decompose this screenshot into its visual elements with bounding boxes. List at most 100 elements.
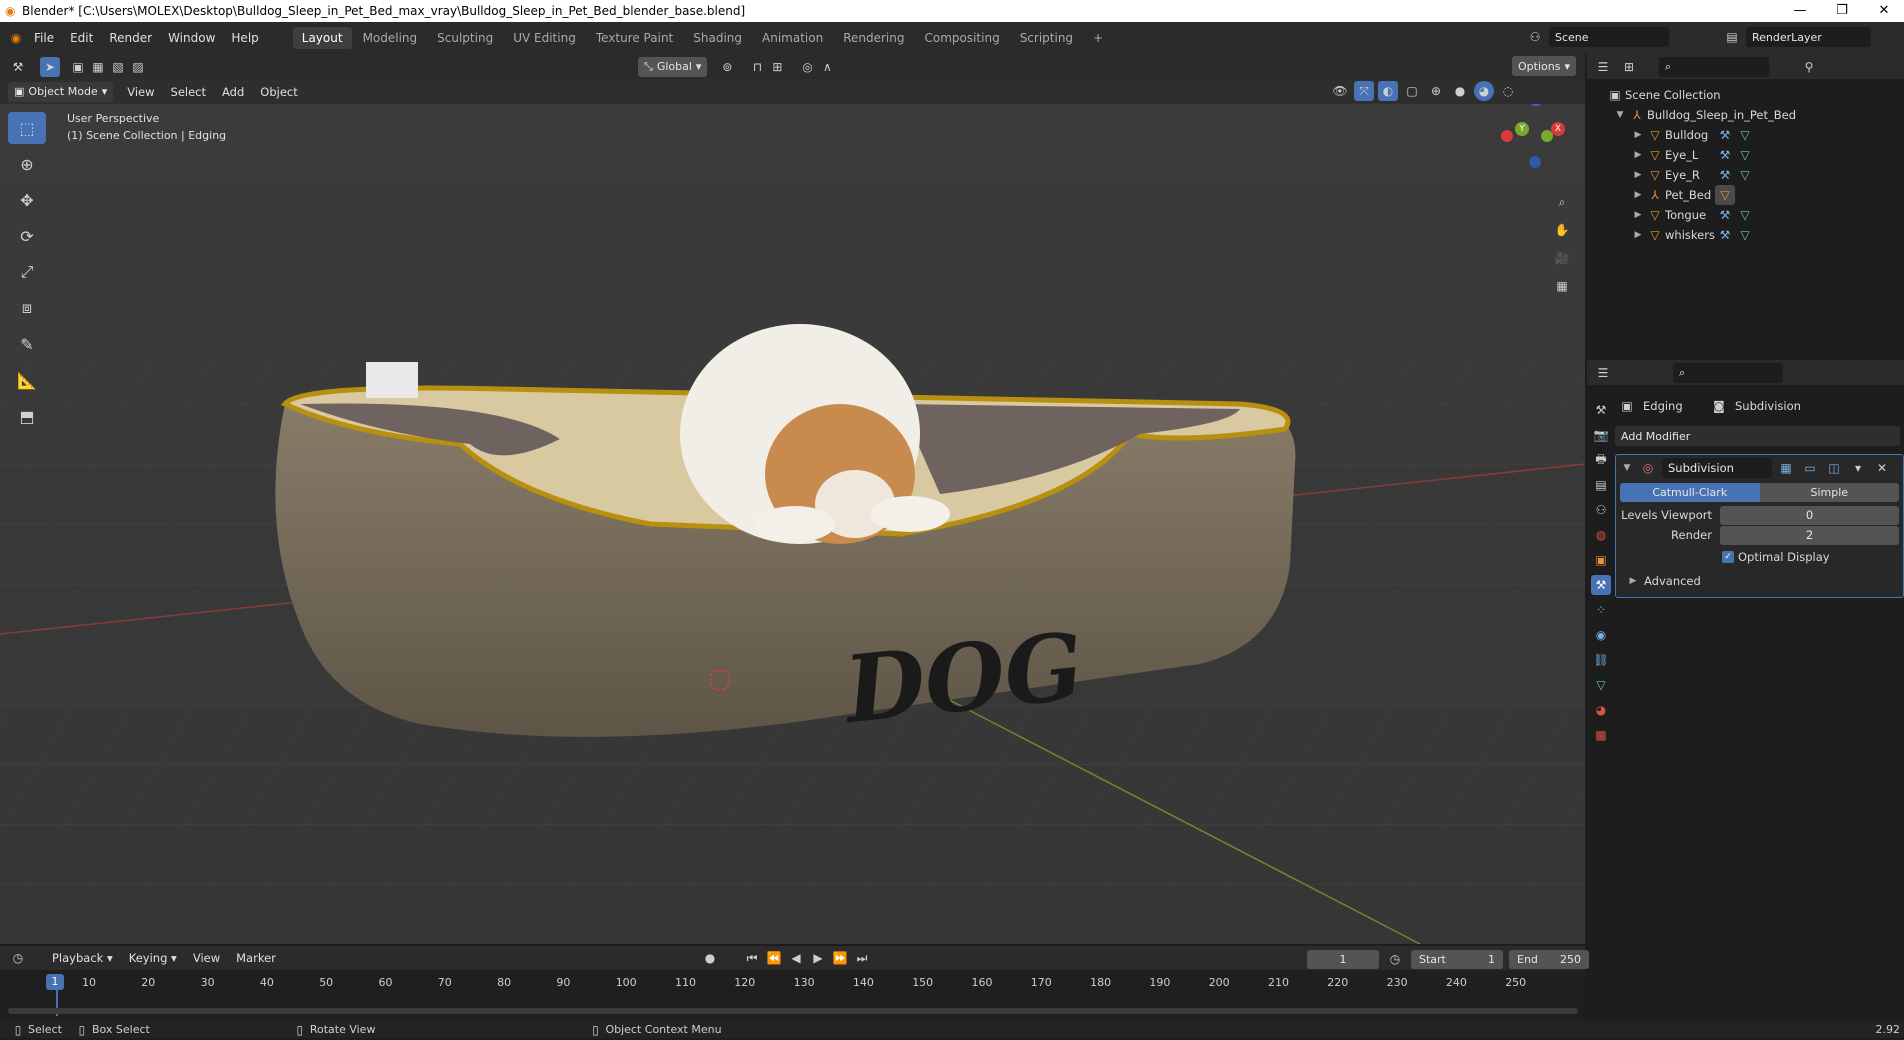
select-mode-extend-icon[interactable]: ▦ xyxy=(88,57,108,77)
material-shading-icon[interactable]: ◕ xyxy=(1474,81,1494,101)
ortho-grid-icon[interactable]: ▦ xyxy=(1552,276,1572,296)
gizmo-z-axis[interactable]: Z xyxy=(1529,104,1543,106)
viewport-toggle-icon[interactable]: ▭ xyxy=(1800,458,1820,478)
outliner-search[interactable]: ⌕ xyxy=(1659,56,1769,77)
select-box-tool-icon[interactable]: ⬚ xyxy=(8,112,46,144)
tab-layout[interactable]: Layout xyxy=(292,27,352,49)
render-layer-selector[interactable]: ▤ RenderLayer xyxy=(1722,27,1871,47)
wireframe-shading-icon[interactable]: ⊕ xyxy=(1426,81,1446,101)
render-layer-field[interactable]: RenderLayer xyxy=(1746,27,1871,47)
texture-tab-icon[interactable]: ▩ xyxy=(1591,725,1611,745)
particles-tab-icon[interactable]: ⁘ xyxy=(1591,600,1611,620)
viewport-menu-object[interactable]: Object xyxy=(252,85,305,99)
levels-viewport-field[interactable]: 0 xyxy=(1720,505,1899,525)
collapse-modifier-icon[interactable]: ▼ xyxy=(1620,463,1634,473)
outliner-row-collection[interactable]: ▼ ⅄ Bulldog_Sleep_in_Pet_Bed xyxy=(1587,105,1904,125)
pivot-icon[interactable]: ⊚ xyxy=(717,57,737,77)
collapse-icon[interactable]: ▶ xyxy=(1631,170,1645,180)
pan-hand-icon[interactable]: ✋ xyxy=(1552,220,1572,240)
timeline-scrollbar[interactable] xyxy=(8,1008,1578,1014)
delete-modifier-icon[interactable]: ✕ xyxy=(1872,458,1892,478)
render-tab-icon[interactable]: 📷 xyxy=(1591,425,1611,445)
tab-animation[interactable]: Animation xyxy=(753,27,832,49)
proportional-edit-icon[interactable]: ◎ xyxy=(797,57,817,77)
play-reverse-icon[interactable]: ◀ xyxy=(786,948,806,968)
optimal-display-checkbox[interactable]: ✓ xyxy=(1722,551,1734,563)
outliner-editor-icon[interactable]: ☰ xyxy=(1593,57,1613,77)
gizmo-x-axis[interactable]: X xyxy=(1551,122,1565,136)
menu-edit[interactable]: Edit xyxy=(62,31,101,45)
render-toggle-icon[interactable]: ◫ xyxy=(1824,458,1844,478)
gizmo-neg-z[interactable] xyxy=(1529,156,1541,168)
object-tab-icon[interactable]: ▣ xyxy=(1591,550,1611,570)
blender-menu-icon[interactable]: ◉ xyxy=(6,28,26,48)
tab-scripting[interactable]: Scripting xyxy=(1011,27,1082,49)
world-tab-icon[interactable]: ◍ xyxy=(1591,525,1611,545)
scene-tab-icon[interactable]: ⚇ xyxy=(1591,500,1611,520)
tab-texture-paint[interactable]: Texture Paint xyxy=(587,27,682,49)
jump-keyframe-back-icon[interactable]: ⏪ xyxy=(764,948,784,968)
material-tab-icon[interactable]: ◕ xyxy=(1591,700,1611,720)
rendered-shading-icon[interactable]: ◌ xyxy=(1498,81,1518,101)
tool-tab-icon[interactable]: ⚒ xyxy=(1591,400,1611,420)
outliner-row-pet-bed[interactable]: ▶ ⅄ Pet_Bed ▽ xyxy=(1587,185,1904,205)
menu-help[interactable]: Help xyxy=(223,31,266,45)
jump-keyframe-forward-icon[interactable]: ⏩ xyxy=(830,948,850,968)
collapse-icon[interactable]: ▶ xyxy=(1631,150,1645,160)
cursor-tool-icon[interactable]: ⊕ xyxy=(8,148,46,180)
advanced-subpanel[interactable]: ▶ Advanced xyxy=(1620,571,1899,591)
transform-orientation-dropdown[interactable]: ⤡ Global ▾ xyxy=(638,56,708,77)
modifier-tab-icon[interactable]: ⚒ xyxy=(1591,575,1611,595)
timeline-menu-view[interactable]: View xyxy=(185,951,228,965)
menu-window[interactable]: Window xyxy=(160,31,223,45)
tab-modeling[interactable]: Modeling xyxy=(354,27,427,49)
mode-dropdown[interactable]: ▣ Object Mode ▾ xyxy=(8,81,114,102)
add-cube-tool-icon[interactable]: ⬒ xyxy=(8,400,46,432)
timeline-menu-keying[interactable]: Keying ▾ xyxy=(121,951,185,965)
snap-target-icon[interactable]: ⊞ xyxy=(767,57,787,77)
properties-search[interactable]: ⌕ xyxy=(1673,362,1783,383)
record-icon[interactable]: ● xyxy=(700,948,720,968)
gizmo-y-axis[interactable]: Y xyxy=(1515,122,1529,136)
add-modifier-button[interactable]: Add Modifier xyxy=(1615,426,1900,446)
outliner-row-whiskers[interactable]: ▶ ▽ whiskers ⚒ ▽ xyxy=(1587,225,1904,245)
falloff-icon[interactable]: ∧ xyxy=(817,57,837,77)
scene-name-field[interactable]: Scene xyxy=(1549,27,1669,47)
overlay-toggle-icon[interactable]: ◐ xyxy=(1378,81,1398,101)
timeline-menu-marker[interactable]: Marker xyxy=(228,951,284,965)
gizmo-toggle-icon[interactable]: ⤧ xyxy=(1354,81,1374,101)
outliner-row-scene-collection[interactable]: ▣ Scene Collection xyxy=(1587,85,1904,105)
tab-compositing[interactable]: Compositing xyxy=(915,27,1008,49)
outliner-row-bulldog[interactable]: ▶ ▽ Bulldog ⚒ ▽ xyxy=(1587,125,1904,145)
output-tab-icon[interactable]: 🖶 xyxy=(1591,450,1611,470)
modifier-name-field[interactable]: Subdivision xyxy=(1662,458,1772,478)
timeline-track[interactable]: 1 10 20 30 40 50 60 70 80 90 100 110 120 130 140 150 16… xyxy=(0,970,1585,1018)
scale-tool-icon[interactable]: ⤢ xyxy=(8,256,46,288)
add-workspace-icon[interactable]: + xyxy=(1084,27,1112,49)
clock-icon[interactable]: ◷ xyxy=(1385,949,1405,969)
transform-tool-icon[interactable]: ⧈ xyxy=(8,292,46,324)
solid-shading-icon[interactable]: ● xyxy=(1450,81,1470,101)
timeline-menu-playback[interactable]: Playback ▾ xyxy=(44,951,121,965)
edit-mode-toggle-icon[interactable]: ▦ xyxy=(1776,458,1796,478)
constraints-tab-icon[interactable]: ⛓ xyxy=(1591,650,1611,670)
tab-rendering[interactable]: Rendering xyxy=(834,27,913,49)
properties-editor-icon[interactable]: ☰ xyxy=(1593,363,1613,383)
annotate-tool-icon[interactable]: ✎ xyxy=(8,328,46,360)
catmull-clark-button[interactable]: Catmull-Clark xyxy=(1620,483,1760,502)
render-levels-field[interactable]: 2 xyxy=(1720,525,1899,545)
data-tab-icon[interactable]: ▽ xyxy=(1591,675,1611,695)
select-tool-icon[interactable]: ➤ xyxy=(40,56,60,77)
collapse-icon[interactable]: ▶ xyxy=(1631,130,1645,140)
start-frame-field[interactable]: Start 1 xyxy=(1411,949,1503,969)
menu-render[interactable]: Render xyxy=(101,31,160,45)
viewport-menu-select[interactable]: Select xyxy=(163,85,214,99)
measure-tool-icon[interactable]: 📐 xyxy=(8,364,46,396)
select-mode-intersect-icon[interactable]: ▨ xyxy=(128,57,148,77)
current-frame-field[interactable]: 1 xyxy=(1307,949,1379,969)
close-icon[interactable]: ✕ xyxy=(1864,0,1904,22)
expand-icon[interactable]: ▼ xyxy=(1613,110,1627,120)
gizmo-neg-y[interactable] xyxy=(1541,130,1553,142)
view-layer-tab-icon[interactable]: ▤ xyxy=(1591,475,1611,495)
outliner-row-eye-r[interactable]: ▶ ▽ Eye_R ⚒ ▽ xyxy=(1587,165,1904,185)
